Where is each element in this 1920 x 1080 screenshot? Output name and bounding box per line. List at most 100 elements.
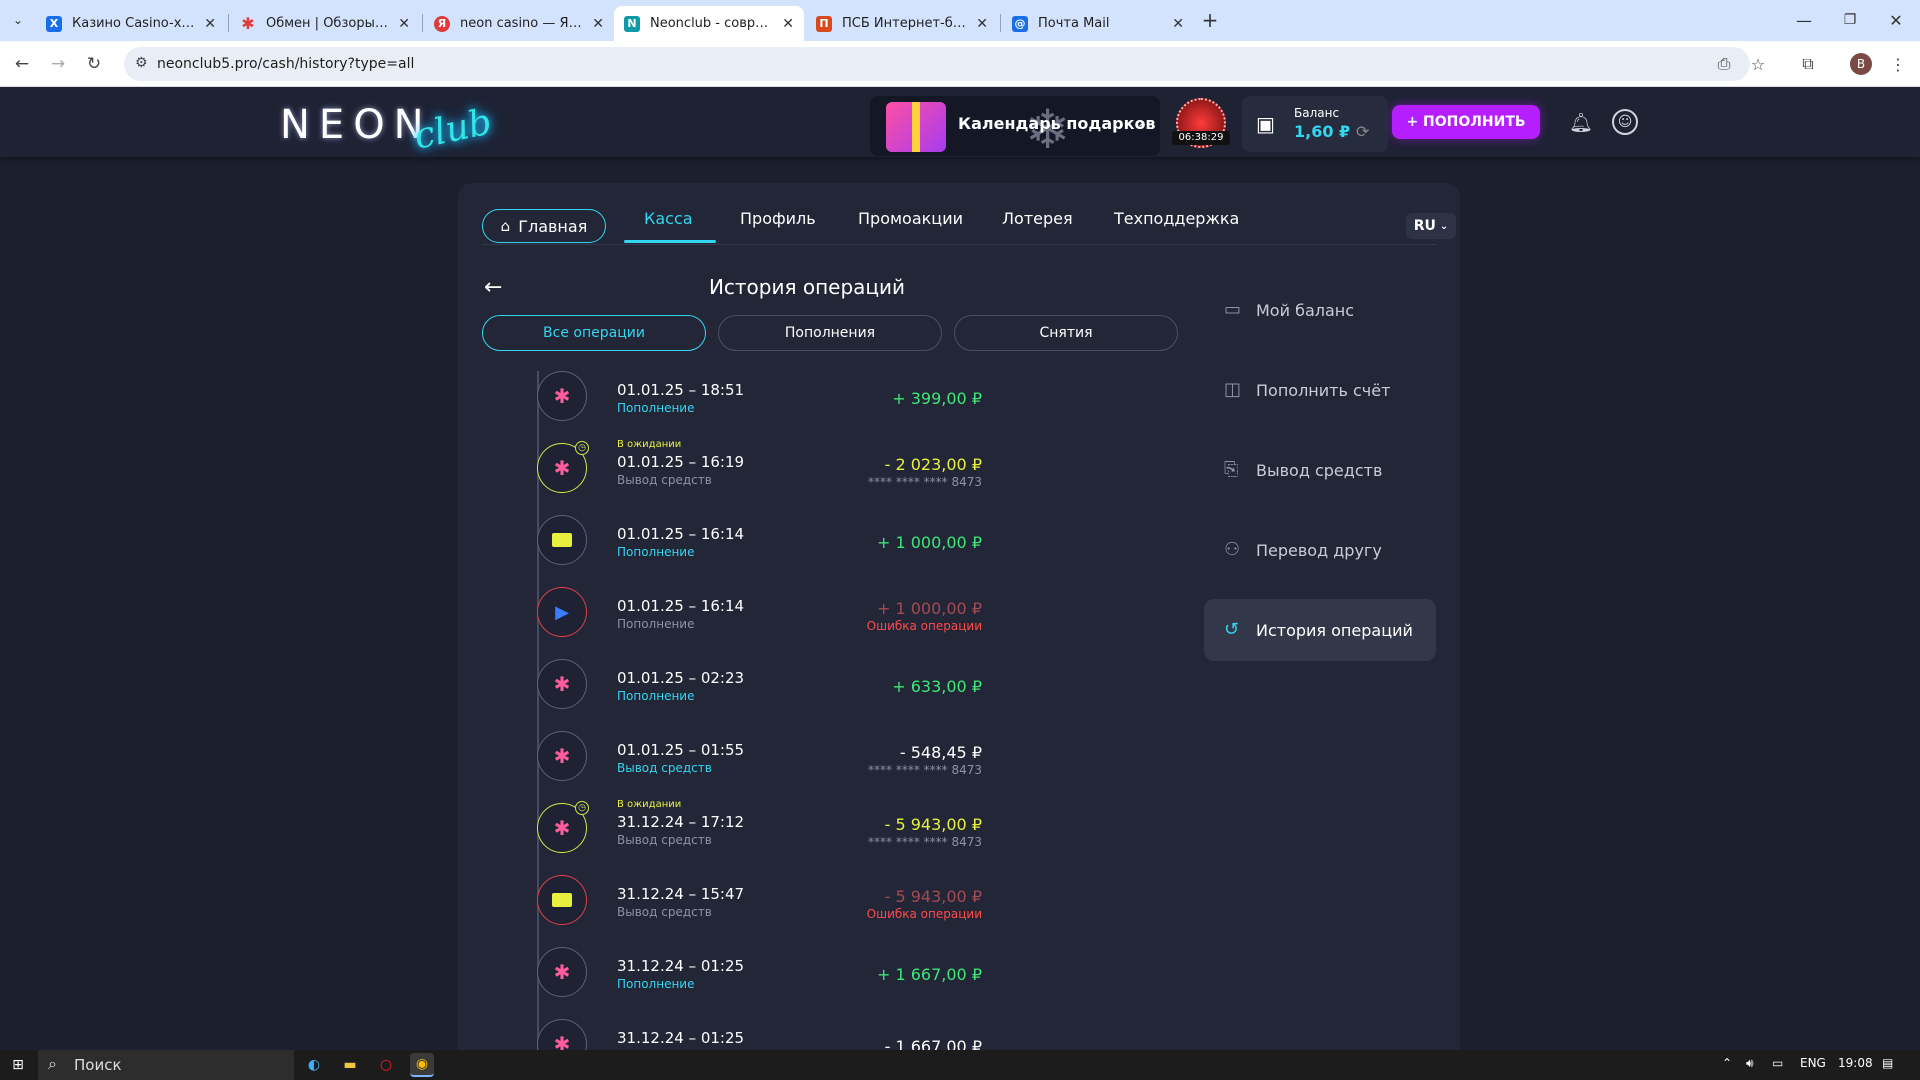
operation-method-icon: ✱ [537,371,587,421]
close-tab-icon[interactable]: ✕ [398,16,410,32]
notifications-icon[interactable]: ▤ [1882,1056,1893,1070]
sidebar-item-balance[interactable]: ▭ Мой баланс [1204,279,1436,341]
tab-support[interactable]: Техподдержка [1114,209,1239,228]
refresh-balance-icon[interactable]: ⟳ [1356,122,1369,141]
sidebar-item-withdraw[interactable]: ⎘ Вывод средств [1204,439,1436,501]
browser-tab-mail[interactable]: @ Почта Mail ✕ [1002,6,1194,41]
forward-arrow-icon[interactable]: → [46,52,70,76]
operation-row[interactable]: ✱ 31.12.24 – 01:25 - 1 667,00 ₽ [482,1019,982,1050]
withdraw-icon: ⎘ [1224,459,1239,480]
close-window-icon[interactable]: ✕ [1884,8,1908,32]
tab-title: Почта Mail [1038,16,1110,31]
card-mask: **** **** **** 8473 [868,763,982,777]
tray-chevron-icon[interactable]: ⌃ [1722,1056,1732,1070]
browser-tab-psb[interactable]: П ПСБ Интернет-банк ✕ [806,6,998,41]
browser-tab-bar: ⌄ X Казино Casino-x - Лучшие онл ✕ ✱ Обм… [0,0,1920,41]
browser-tab-neonclub[interactable]: N Neonclub - современное онла ✕ [614,6,804,41]
restore-icon[interactable]: ❐ [1838,8,1862,32]
sidebar-item-deposit[interactable]: ◫ Пополнить счёт [1204,359,1436,421]
operation-row[interactable]: ✱ 01.01.25 – 02:23 Пополнение + 633,00 ₽ [482,659,982,719]
browser-tab-yandex[interactable]: Я neon casino — Яндекс: нашлос ✕ [424,6,614,41]
extensions-puzzle-icon[interactable]: ⧉ [1796,52,1820,76]
browser-menu-icon[interactable]: ⋮ [1886,52,1910,76]
browser-tab-casino-x[interactable]: X Казино Casino-x - Лучшие онл ✕ [36,6,226,41]
operation-type: Пополнение [617,689,695,703]
url-text: neonclub5.pro/cash/history?type=all [157,56,415,72]
bookmark-star-icon[interactable]: ☆ [1746,52,1770,76]
operation-method-icon [537,515,587,565]
deposit-button[interactable]: + ПОПОЛНИТЬ [1392,105,1540,139]
close-tab-icon[interactable]: ✕ [1172,16,1184,32]
operation-method-icon: ✱ [537,731,587,781]
operation-amount: + 1 000,00 ₽ [876,599,982,618]
volume-icon[interactable]: 🔊︎ [1746,1056,1754,1071]
wallet-icon: ▭ [1224,299,1242,320]
operation-date: 31.12.24 – 01:25 [617,957,745,975]
close-tab-icon[interactable]: ✕ [976,16,988,32]
filter-withdrawals[interactable]: Снятия [954,315,1178,351]
opera-app-icon[interactable]: ○ [374,1053,398,1077]
windows-start-icon[interactable]: ⊞ [0,1050,36,1080]
operation-date: 01.01.25 – 16:19 [617,453,745,471]
browser-tab-obmen[interactable]: ✱ Обмен | Обзоры, бонусы, игр ✕ [230,6,420,41]
history-icon: ↺ [1224,619,1240,640]
sidebar-item-label: Мой баланс [1256,300,1355,320]
close-tab-icon[interactable]: ✕ [204,16,216,32]
chrome-app-icon[interactable]: ◉ [410,1053,434,1077]
balance-widget[interactable]: ▣ Баланс 1,60 ₽ ⟳ [1242,96,1388,152]
wheel-timer: 06:38:29 [1172,131,1230,145]
taskbar-search[interactable]: ⌕ Поиск [38,1050,294,1080]
site-settings-icon[interactable]: ⚙ [135,55,148,71]
mail-favicon-icon: @ [1012,15,1028,32]
chevron-right-icon: › [1138,113,1145,132]
card-mask: **** **** **** 8473 [868,835,982,849]
operation-amount: - 5 943,00 ₽ [884,815,982,834]
operation-row[interactable]: ✱ 01.01.25 – 18:51 Пополнение + 399,00 ₽ [482,371,982,431]
search-icon: ⌕ [48,1054,57,1073]
operation-row[interactable]: 01.01.25 – 16:14 Пополнение + 1 000,00 ₽ [482,515,982,575]
file-explorer-icon[interactable]: ▬ [338,1053,362,1077]
notification-bell-icon[interactable]: 🔔︎ [1568,109,1594,135]
input-language[interactable]: ENG [1800,1056,1826,1070]
tab-search-icon[interactable]: ⌄ [6,8,30,32]
back-arrow-icon[interactable]: ← [10,52,34,76]
clock[interactable]: 19:08 [1838,1056,1873,1070]
card-icon [552,533,572,547]
sidebar-item-history[interactable]: ↺ История операций [1204,599,1436,661]
close-tab-icon[interactable]: ✕ [782,16,794,32]
sidebar-item-label: Перевод другу [1256,540,1382,560]
operation-method-icon [537,875,587,925]
casino-x-favicon-icon: X [46,15,62,32]
operation-date: 31.12.24 – 01:25 [617,1029,745,1047]
sidebar-item-transfer[interactable]: ⚇ Перевод другу [1204,519,1436,581]
profile-avatar[interactable]: B [1850,53,1872,75]
play-store-icon: ▶ [555,601,569,623]
browser-toolbar: ← → ↻ ⚙ neonclub5.pro/cash/history?type=… [0,41,1920,87]
operation-row[interactable]: 31.12.24 – 15:47 Вывод средств - 5 943,00 … [482,875,982,935]
operation-row[interactable]: ✱ ◷ В ожидании 01.01.25 – 16:19 Вывод средст… [482,439,982,503]
operation-date: 31.12.24 – 17:12 [617,813,745,831]
close-tab-icon[interactable]: ✕ [592,16,604,32]
operation-amount: - 548,45 ₽ [899,743,982,762]
operation-row[interactable]: ✱ ◷ В ожидании 31.12.24 – 17:12 Вывод средст… [482,799,982,863]
minimize-icon[interactable]: — [1792,8,1816,32]
operation-date: 31.12.24 – 15:47 [617,885,745,903]
operation-method-icon: ✱ [537,1019,587,1050]
address-bar[interactable]: ⚙ neonclub5.pro/cash/history?type=all [124,47,1750,81]
edge-app-icon[interactable]: ◐ [302,1053,326,1077]
network-icon[interactable]: ▭ [1772,1056,1783,1070]
language-select[interactable]: RU ⌄ [1406,213,1456,239]
operation-row[interactable]: ✱ 01.01.25 – 01:55 Вывод средств - 548,45 ₽… [482,731,982,791]
flower-icon: ✱ [553,384,571,408]
operation-amount: + 1 667,00 ₽ [876,965,982,984]
install-app-icon[interactable]: ⎙ [1712,52,1736,76]
user-account-icon[interactable]: ☺ [1612,109,1638,135]
reload-icon[interactable]: ↻ [82,52,106,76]
gift-calendar-banner[interactable]: ❄ Календарь подарков › [870,96,1160,156]
operation-row[interactable]: ▶ 01.01.25 – 16:14 Пополнение + 1 000,00 ₽ О… [482,587,982,647]
site-logo[interactable]: NEON [280,102,433,148]
operation-row[interactable]: ✱ 31.12.24 – 01:25 Пополнение + 1 667,00 ₽ [482,947,982,1007]
new-tab-icon[interactable]: + [1198,8,1222,32]
tab-lottery[interactable]: Лотерея [1002,209,1073,228]
flower-icon: ✱ [553,960,571,984]
